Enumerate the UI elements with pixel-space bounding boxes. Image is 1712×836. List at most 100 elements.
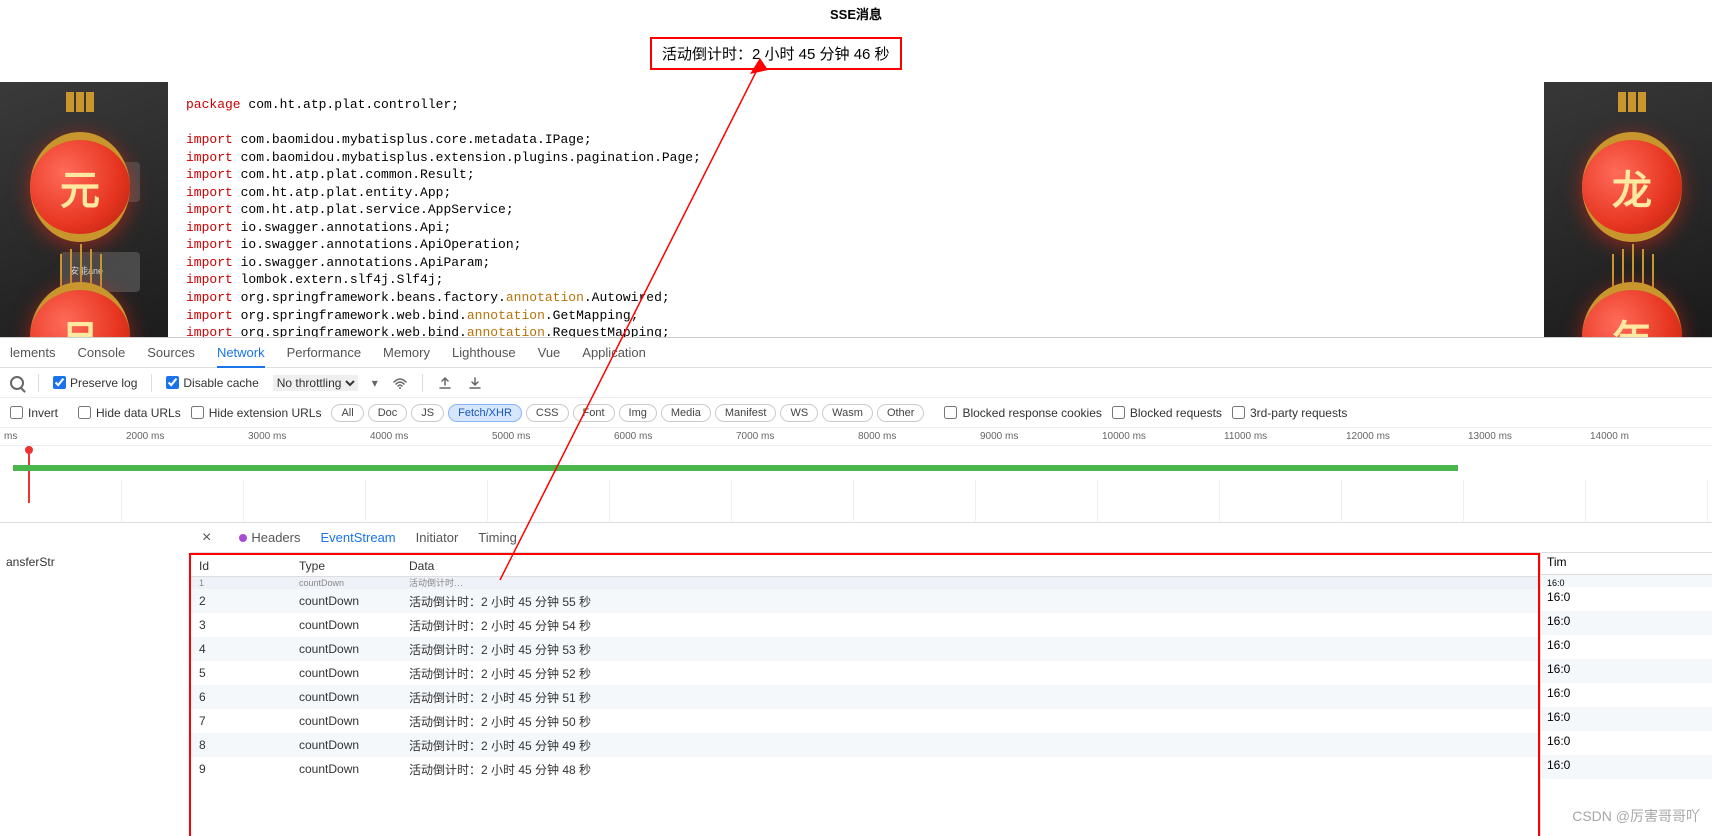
time-cell: 16:0 bbox=[1541, 683, 1712, 707]
request-subtabs: × Headers EventStream Initiator Timing bbox=[190, 523, 1712, 553]
table-row[interactable]: 5countDown活动倒计时：2 小时 45 分钟 52 秒 bbox=[191, 661, 1538, 685]
upload-icon[interactable] bbox=[437, 375, 453, 391]
time-mark: 14000 m bbox=[1586, 431, 1708, 442]
filter-pill-wasm[interactable]: Wasm bbox=[822, 404, 873, 422]
time-mark: 6000 ms bbox=[610, 431, 732, 442]
tab-sources[interactable]: Sources bbox=[147, 345, 195, 360]
time-cell: 16:0 bbox=[1541, 635, 1712, 659]
tab-console[interactable]: Console bbox=[78, 345, 126, 360]
time-mark: 3000 ms bbox=[244, 431, 366, 442]
eventstream-table: Id Type Data 1countDown活动倒计时… 2countDown… bbox=[189, 553, 1540, 836]
time-mark: 7000 ms bbox=[732, 431, 854, 442]
timeline-bar bbox=[13, 465, 1458, 471]
time-cell: 16:0 bbox=[1541, 587, 1712, 611]
invert-checkbox[interactable]: Invert bbox=[10, 406, 58, 420]
devtools-tabs: lements Console Sources Network Performance M… bbox=[0, 338, 1712, 368]
disable-cache-checkbox[interactable]: Disable cache bbox=[166, 376, 258, 390]
table-row[interactable]: 9countDown活动倒计时：2 小时 45 分钟 48 秒 bbox=[191, 757, 1538, 781]
filter-pills: All DocJSFetch/XHRCSSFontImgMediaManifest… bbox=[331, 404, 924, 422]
lantern-left: 元 旦 bbox=[5, 92, 155, 292]
time-mark: 13000 ms bbox=[1464, 431, 1586, 442]
tab-vue[interactable]: Vue bbox=[538, 345, 561, 360]
time-mark: 8000 ms bbox=[854, 431, 976, 442]
filter-pill-js[interactable]: JS bbox=[411, 404, 444, 422]
col-data[interactable]: Data bbox=[401, 559, 1538, 573]
tab-performance[interactable]: Performance bbox=[287, 345, 361, 360]
filter-pill-other[interactable]: Other bbox=[877, 404, 925, 422]
time-mark: 2000 ms bbox=[122, 431, 244, 442]
blocked-cookies-checkbox[interactable]: Blocked response cookies bbox=[944, 406, 1101, 420]
blocked-requests-checkbox[interactable]: Blocked requests bbox=[1112, 406, 1222, 420]
lantern-char: 龙 bbox=[1582, 132, 1682, 242]
preserve-log-checkbox[interactable]: Preserve log bbox=[53, 376, 137, 390]
lantern-right: 龙 年 bbox=[1557, 92, 1707, 292]
code-panel: package com.ht.atp.plat.controller;impor… bbox=[168, 82, 1544, 342]
tab-lements[interactable]: lements bbox=[10, 345, 56, 360]
network-toolbar: Preserve log Disable cache No throttling… bbox=[0, 368, 1712, 398]
lantern-char: 元 bbox=[30, 132, 130, 242]
table-header: Id Type Data bbox=[191, 555, 1538, 577]
list-item[interactable]: ansferStr bbox=[6, 555, 183, 569]
time-cell: 16:0 bbox=[1541, 659, 1712, 683]
filter-pill-ws[interactable]: WS bbox=[780, 404, 818, 422]
time-mark: ms bbox=[0, 431, 122, 442]
time-cell: 16:0 bbox=[1541, 611, 1712, 635]
tab-initiator[interactable]: Initiator bbox=[416, 530, 459, 545]
time-cell: 16:0 bbox=[1541, 707, 1712, 731]
filter-pill-font[interactable]: Font bbox=[573, 404, 615, 422]
bottom-grid: ansferStr Id Type Data 1countDown活动倒计时… … bbox=[0, 553, 1712, 836]
tab-timing[interactable]: Timing bbox=[478, 530, 517, 545]
timeline-grid bbox=[0, 480, 1712, 521]
col-time[interactable]: Tim bbox=[1541, 553, 1712, 575]
time-mark: 9000 ms bbox=[976, 431, 1098, 442]
time-mark: 10000 ms bbox=[1098, 431, 1220, 442]
filter-row: Invert Hide data URLs Hide extension URL… bbox=[0, 398, 1712, 428]
time-column: Tim 16:016:016:016:016:016:016:016:016:0 bbox=[1540, 553, 1712, 836]
table-row[interactable]: 6countDown活动倒计时：2 小时 45 分钟 51 秒 bbox=[191, 685, 1538, 709]
time-cell: 16:0 bbox=[1541, 755, 1712, 779]
hero-banner: 元 旦 龙 年 package com.ht.atp.plat.controll… bbox=[0, 82, 1712, 342]
devtools-panel: lements Console Sources Network Performance M… bbox=[0, 337, 1712, 836]
request-list[interactable]: ansferStr bbox=[0, 553, 190, 836]
close-icon[interactable]: × bbox=[202, 529, 211, 547]
tab-headers[interactable]: Headers bbox=[239, 530, 300, 545]
table-row[interactable]: 1countDown活动倒计时… bbox=[191, 577, 1538, 589]
timeline-body bbox=[0, 446, 1712, 521]
table-row[interactable]: 7countDown活动倒计时：2 小时 45 分钟 50 秒 bbox=[191, 709, 1538, 733]
filter-pill-css[interactable]: CSS bbox=[526, 404, 569, 422]
time-mark: 11000 ms bbox=[1220, 431, 1342, 442]
col-type[interactable]: Type bbox=[291, 559, 401, 573]
page-title: SSE消息 bbox=[0, 0, 1712, 27]
tab-eventstream[interactable]: EventStream bbox=[320, 530, 395, 545]
lantern-char: 旦 bbox=[30, 282, 130, 342]
lantern-char: 年 bbox=[1582, 282, 1682, 342]
hide-ext-urls-checkbox[interactable]: Hide extension URLs bbox=[191, 406, 322, 420]
filter-pill-all[interactable]: All bbox=[331, 404, 363, 422]
filter-pill-manifest[interactable]: Manifest bbox=[715, 404, 777, 422]
filter-pill-img[interactable]: Img bbox=[619, 404, 657, 422]
tab-lighthouse[interactable]: Lighthouse bbox=[452, 345, 516, 360]
time-mark: 4000 ms bbox=[366, 431, 488, 442]
download-icon[interactable] bbox=[467, 375, 483, 391]
time-cell: 16:0 bbox=[1541, 731, 1712, 755]
time-ruler: ms2000 ms3000 ms4000 ms5000 ms6000 ms700… bbox=[0, 428, 1712, 446]
filter-pill-fetch-xhr[interactable]: Fetch/XHR bbox=[448, 404, 522, 422]
tab-network[interactable]: Network bbox=[217, 345, 265, 368]
table-row[interactable]: 3countDown活动倒计时：2 小时 45 分钟 54 秒 bbox=[191, 613, 1538, 637]
col-id[interactable]: Id bbox=[191, 559, 291, 573]
third-party-checkbox[interactable]: 3rd-party requests bbox=[1232, 406, 1347, 420]
timeline[interactable]: ms2000 ms3000 ms4000 ms5000 ms6000 ms700… bbox=[0, 428, 1712, 523]
table-row[interactable]: 8countDown活动倒计时：2 小时 45 分钟 49 秒 bbox=[191, 733, 1538, 757]
table-row[interactable]: 4countDown活动倒计时：2 小时 45 分钟 53 秒 bbox=[191, 637, 1538, 661]
throttle-select[interactable]: No throttling bbox=[273, 375, 358, 391]
tab-application[interactable]: Application bbox=[582, 345, 646, 360]
tab-memory[interactable]: Memory bbox=[383, 345, 430, 360]
filter-pill-doc[interactable]: Doc bbox=[368, 404, 408, 422]
hide-data-urls-checkbox[interactable]: Hide data URLs bbox=[78, 406, 181, 420]
time-mark: 12000 ms bbox=[1342, 431, 1464, 442]
search-icon[interactable] bbox=[10, 376, 24, 390]
filter-pill-media[interactable]: Media bbox=[661, 404, 711, 422]
table-row[interactable]: 2countDown活动倒计时：2 小时 45 分钟 55 秒 bbox=[191, 589, 1538, 613]
countdown-display: 活动倒计时：2 小时 45 分钟 46 秒 bbox=[650, 37, 902, 70]
wifi-icon[interactable] bbox=[392, 375, 408, 391]
